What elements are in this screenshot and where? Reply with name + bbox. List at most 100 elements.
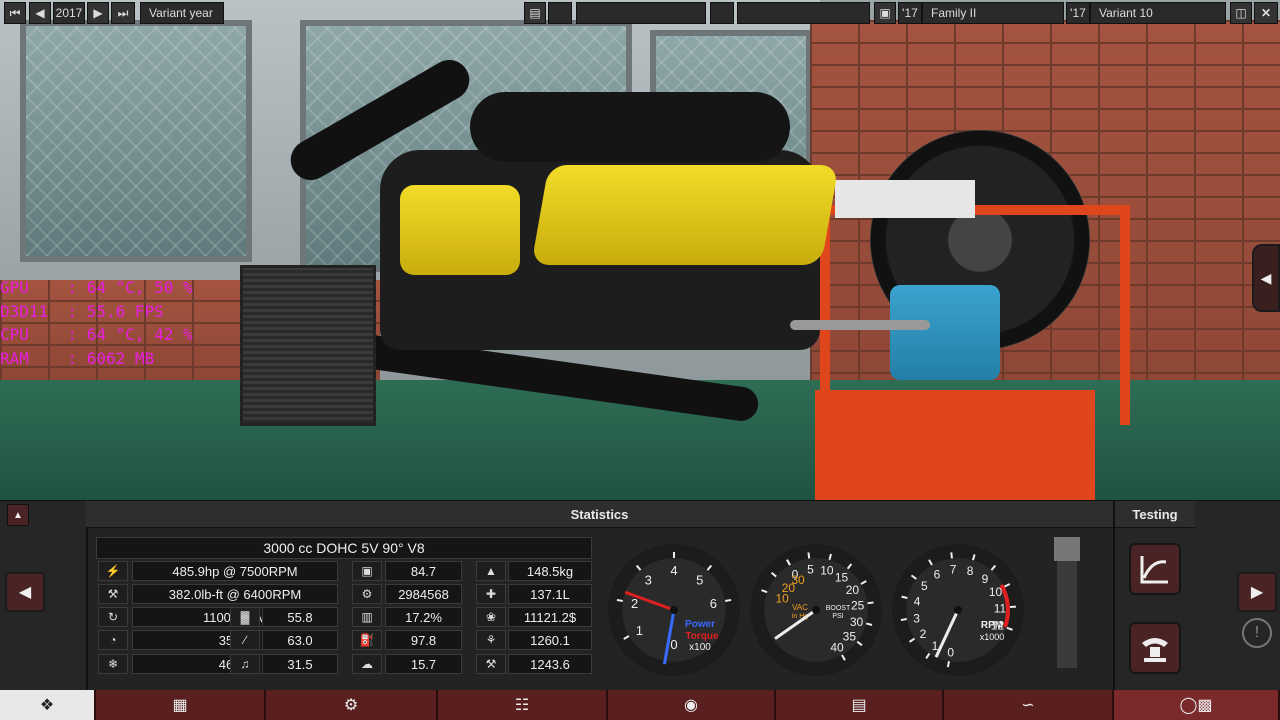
variant-year: '17	[1066, 2, 1090, 24]
exhaust-icon: ∽	[1021, 697, 1035, 714]
save-button[interactable]: ◫	[1230, 2, 1252, 24]
stat-value: 84.7	[385, 561, 462, 581]
rpm-tick-label: 11	[994, 602, 1007, 616]
nav-intake[interactable]: ▤	[776, 690, 944, 720]
dyno-tick	[725, 598, 732, 602]
stat-value: 1243.6	[508, 654, 592, 674]
nav-exhaust[interactable]: ∽	[944, 690, 1114, 720]
stat-value: 63.0	[262, 630, 338, 650]
stat-value: 137.1L	[508, 584, 592, 604]
slash-icon: ∕	[230, 630, 260, 650]
engine-book-button[interactable]: ▣	[874, 2, 896, 24]
first-year-button[interactable]: ⏮	[4, 2, 26, 24]
dyno-tick	[616, 598, 623, 602]
last-year-button[interactable]: ⏭	[111, 2, 135, 24]
year-field[interactable]: 2017	[53, 2, 85, 24]
family-name-field[interactable]: Family II	[922, 2, 1064, 24]
driveshaft	[790, 320, 930, 330]
next-year-button[interactable]: ▶	[87, 2, 109, 24]
model-field[interactable]	[576, 2, 706, 24]
prev-year-button[interactable]: ◀	[29, 2, 51, 24]
rpm-tick	[990, 564, 997, 571]
rpm-tick-label: 7	[950, 562, 957, 576]
dyno-stand-base	[815, 390, 1095, 500]
weight-icon: ▲	[476, 561, 506, 581]
engine-icon: ▣	[352, 561, 382, 581]
nav-engine-overview[interactable]: ❖	[0, 690, 96, 720]
stat-value: 11121.2$	[508, 607, 592, 627]
boost-tick-label: 35	[843, 630, 857, 644]
next-page-button[interactable]: ▶	[1237, 572, 1277, 612]
cooling-icon: ❄	[98, 654, 128, 674]
heads-icon: ◉	[684, 697, 698, 714]
left-arrow-icon: ◀	[18, 584, 32, 601]
nav-block[interactable]: ▦	[96, 690, 266, 720]
left-icon: ◀	[35, 6, 45, 20]
boost-tick	[807, 552, 811, 559]
rpm-tick	[910, 574, 917, 580]
rpm-tick-label: 8	[967, 564, 974, 578]
pistons-icon: ☷	[514, 697, 530, 714]
vacuum-tick	[786, 559, 791, 566]
fuel-icon: ▥	[352, 607, 382, 627]
prev-page-button[interactable]: ◀	[5, 572, 45, 612]
dyno-tick-label: 5	[696, 572, 703, 587]
test-run-button[interactable]	[1129, 622, 1181, 674]
save-icon: ◫	[1235, 6, 1247, 20]
boost-unit: PSI	[832, 613, 843, 620]
dyno-tick-label: 4	[670, 563, 677, 578]
book-icon: ▣	[879, 6, 891, 20]
throttle-slider-handle[interactable]	[1054, 537, 1080, 561]
boost-tick	[865, 622, 873, 626]
rpm-tick	[901, 595, 908, 599]
close-button[interactable]: ✕	[1254, 2, 1278, 24]
help-icon[interactable]: !	[1242, 618, 1272, 648]
stat-value: 15.7	[385, 654, 462, 674]
dyno-tick	[623, 635, 630, 640]
dyno-tick	[635, 564, 642, 571]
trim-field[interactable]	[737, 2, 870, 24]
rpm-tick	[1004, 583, 1011, 588]
variant-name-field[interactable]: Variant 10	[1090, 2, 1226, 24]
side-panel-toggle[interactable]: ◀	[1252, 244, 1280, 312]
car-button[interactable]: ▤	[524, 2, 546, 24]
rpm-tick-label: 2	[920, 627, 927, 641]
engine-title: 3000 cc DOHC 5V 90° V8	[96, 537, 592, 559]
triangle-up-icon: ▲	[13, 509, 23, 521]
nav-testing[interactable]: ◯▩	[1114, 690, 1280, 720]
power-legend: Power	[685, 619, 715, 630]
rpm-tick	[950, 552, 953, 559]
dyno-graph-button[interactable]	[1129, 543, 1181, 595]
rpm-tick	[928, 559, 933, 566]
nav-crank[interactable]: ⚙	[266, 690, 438, 720]
engine-scene-viewport[interactable]	[0, 0, 1280, 500]
crank-icon: ⚙	[343, 697, 359, 714]
dyno-gauge: 1 2 3 4 5 6 0 Power Torque x100	[608, 544, 740, 676]
intake-icon: ▤	[851, 697, 867, 714]
needle-hub	[812, 606, 820, 614]
rpm-gauge: 0 1 2 3 4 5 6 7 8 9 10 11 12 RPM x1000	[892, 544, 1024, 676]
boost-tick	[856, 640, 863, 647]
stat-value: 55.8	[262, 607, 338, 627]
dynamometer	[890, 285, 1000, 380]
dyno-tick-label: 2	[631, 596, 638, 611]
vac-label: VAC	[792, 603, 808, 612]
nav-heads[interactable]: ◉	[608, 690, 776, 720]
testing-header: Testing	[1115, 501, 1195, 528]
dyno-tick-label: 1	[636, 623, 643, 638]
family-year: '17	[898, 2, 922, 24]
intake-manifold	[470, 92, 790, 162]
vacuum-tick	[761, 589, 768, 594]
rpm-tick-label: 9	[982, 572, 989, 586]
rpm-tick-label: 5	[921, 579, 928, 593]
emissions-icon: ☁	[352, 654, 382, 674]
boost-tick	[846, 563, 853, 570]
rpm-tick	[1006, 626, 1013, 631]
right-arrow-icon: ▶	[1250, 584, 1264, 601]
stat-value: 2984568	[385, 584, 462, 604]
double-left-icon: ⏮	[9, 5, 21, 20]
rpm-tick	[946, 661, 950, 668]
nav-pistons[interactable]: ☷	[438, 690, 608, 720]
collapse-panel-button[interactable]: ▲	[7, 504, 29, 526]
stat-value: 148.5kg	[508, 561, 592, 581]
